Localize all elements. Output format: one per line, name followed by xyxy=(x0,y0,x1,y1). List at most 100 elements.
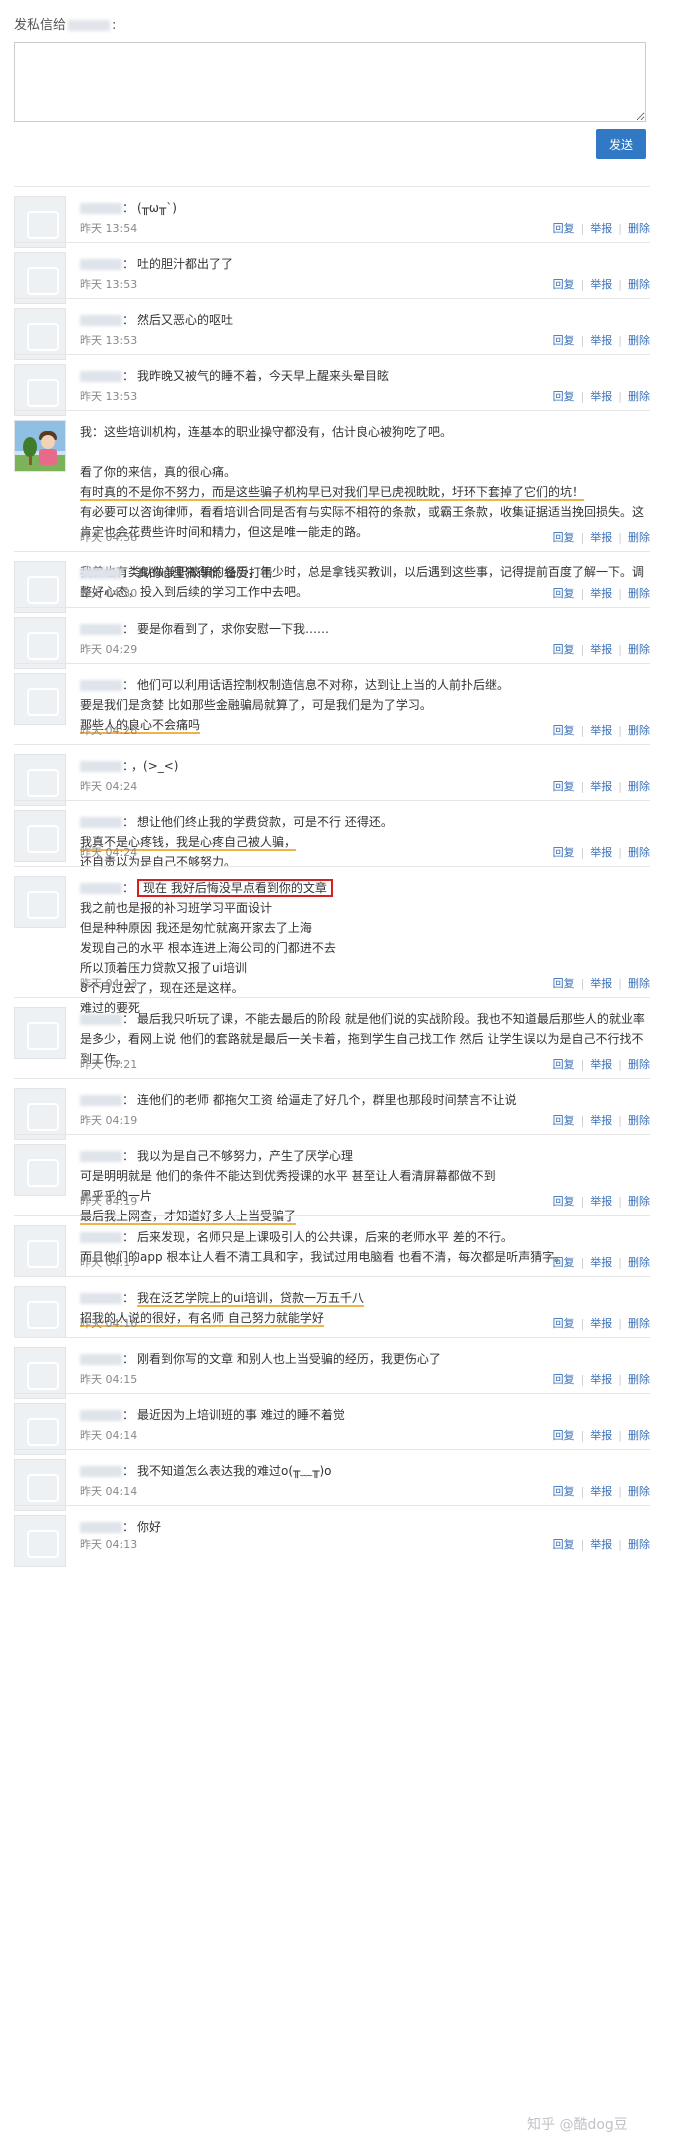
report-link[interactable]: 举报 xyxy=(590,1538,612,1551)
reply-link[interactable]: 回复 xyxy=(553,587,575,600)
sender-name-blurred[interactable] xyxy=(80,1151,122,1162)
report-link[interactable]: 举报 xyxy=(590,531,612,544)
reply-link[interactable]: 回复 xyxy=(553,1256,575,1269)
sender-name-blurred[interactable] xyxy=(80,259,122,270)
sender-avatar[interactable] xyxy=(14,364,66,416)
reply-link[interactable]: 回复 xyxy=(553,724,575,737)
delete-link[interactable]: 删除 xyxy=(628,1114,650,1127)
sender-name-blurred[interactable] xyxy=(80,1410,122,1421)
report-link[interactable]: 举报 xyxy=(590,846,612,859)
sender-avatar[interactable] xyxy=(14,810,66,862)
reply-link[interactable]: 回复 xyxy=(553,278,575,291)
sender-avatar[interactable] xyxy=(14,196,66,248)
reply-link[interactable]: 回复 xyxy=(553,1429,575,1442)
report-link[interactable]: 举报 xyxy=(590,1114,612,1127)
reply-link[interactable]: 回复 xyxy=(553,1485,575,1498)
send-button[interactable]: 发送 xyxy=(596,129,646,159)
reply-link[interactable]: 回复 xyxy=(553,1373,575,1386)
sender-avatar[interactable] xyxy=(14,252,66,304)
reply-link[interactable]: 回复 xyxy=(553,531,575,544)
report-link[interactable]: 举报 xyxy=(590,334,612,347)
sender-name-blurred[interactable] xyxy=(80,1466,122,1477)
reply-link[interactable]: 回复 xyxy=(553,390,575,403)
delete-link[interactable]: 删除 xyxy=(628,643,650,656)
sender-avatar[interactable] xyxy=(14,561,66,613)
delete-link[interactable]: 删除 xyxy=(628,1538,650,1551)
delete-link[interactable]: 删除 xyxy=(628,222,650,235)
sender-name-blurred[interactable] xyxy=(80,315,122,326)
sender-name-blurred[interactable] xyxy=(80,1014,122,1025)
reply-link[interactable]: 回复 xyxy=(553,643,575,656)
sender-name-blurred[interactable] xyxy=(80,1095,122,1106)
reply-link[interactable]: 回复 xyxy=(553,334,575,347)
delete-link[interactable]: 删除 xyxy=(628,780,650,793)
report-link[interactable]: 举报 xyxy=(590,1317,612,1330)
sender-name-blurred[interactable] xyxy=(80,1232,122,1243)
report-link[interactable]: 举报 xyxy=(590,1256,612,1269)
sender-avatar[interactable] xyxy=(14,1088,66,1140)
delete-link[interactable]: 删除 xyxy=(628,1317,650,1330)
report-link[interactable]: 举报 xyxy=(590,780,612,793)
report-link[interactable]: 举报 xyxy=(590,643,612,656)
delete-link[interactable]: 删除 xyxy=(628,1256,650,1269)
sender-avatar[interactable] xyxy=(14,1515,66,1567)
reply-link[interactable]: 回复 xyxy=(553,222,575,235)
report-link[interactable]: 举报 xyxy=(590,1373,612,1386)
sender-name-blurred[interactable] xyxy=(80,817,122,828)
delete-link[interactable]: 删除 xyxy=(628,1373,650,1386)
message-input[interactable] xyxy=(14,42,646,122)
delete-link[interactable]: 删除 xyxy=(628,724,650,737)
report-link[interactable]: 举报 xyxy=(590,1058,612,1071)
delete-link[interactable]: 删除 xyxy=(628,1058,650,1071)
sender-avatar[interactable] xyxy=(14,754,66,806)
sender-name-blurred[interactable] xyxy=(80,203,122,214)
my-avatar[interactable] xyxy=(14,420,66,472)
sender-name-blurred[interactable] xyxy=(80,371,122,382)
reply-link[interactable]: 回复 xyxy=(553,1195,575,1208)
report-link[interactable]: 举报 xyxy=(590,1485,612,1498)
delete-link[interactable]: 删除 xyxy=(628,390,650,403)
reply-link[interactable]: 回复 xyxy=(553,1114,575,1127)
sender-avatar[interactable] xyxy=(14,1459,66,1511)
delete-link[interactable]: 删除 xyxy=(628,1195,650,1208)
sender-avatar[interactable] xyxy=(14,1007,66,1059)
sender-name-blurred[interactable] xyxy=(80,680,122,691)
delete-link[interactable]: 删除 xyxy=(628,531,650,544)
sender-avatar[interactable] xyxy=(14,1144,66,1196)
sender-avatar[interactable] xyxy=(14,673,66,725)
report-link[interactable]: 举报 xyxy=(590,1429,612,1442)
sender-avatar[interactable] xyxy=(14,1286,66,1338)
sender-avatar[interactable] xyxy=(14,876,66,928)
sender-name-blurred[interactable] xyxy=(80,624,122,635)
sender-name-blurred[interactable] xyxy=(80,1354,122,1365)
delete-link[interactable]: 删除 xyxy=(628,278,650,291)
report-link[interactable]: 举报 xyxy=(590,390,612,403)
report-link[interactable]: 举报 xyxy=(590,1195,612,1208)
report-link[interactable]: 举报 xyxy=(590,278,612,291)
reply-link[interactable]: 回复 xyxy=(553,977,575,990)
delete-link[interactable]: 删除 xyxy=(628,1429,650,1442)
sender-name-blurred[interactable] xyxy=(80,1293,122,1304)
sender-name-blurred[interactable] xyxy=(80,883,122,894)
delete-link[interactable]: 删除 xyxy=(628,587,650,600)
sender-name-blurred[interactable] xyxy=(80,761,122,772)
sender-avatar[interactable] xyxy=(14,1403,66,1455)
reply-link[interactable]: 回复 xyxy=(553,780,575,793)
sender-avatar[interactable] xyxy=(14,308,66,360)
sender-name-blurred[interactable] xyxy=(80,568,122,579)
report-link[interactable]: 举报 xyxy=(590,587,612,600)
delete-link[interactable]: 删除 xyxy=(628,846,650,859)
report-link[interactable]: 举报 xyxy=(590,222,612,235)
sender-avatar[interactable] xyxy=(14,1347,66,1399)
reply-link[interactable]: 回复 xyxy=(553,846,575,859)
delete-link[interactable]: 删除 xyxy=(628,1485,650,1498)
reply-link[interactable]: 回复 xyxy=(553,1538,575,1551)
report-link[interactable]: 举报 xyxy=(590,977,612,990)
delete-link[interactable]: 删除 xyxy=(628,977,650,990)
delete-link[interactable]: 删除 xyxy=(628,334,650,347)
sender-avatar[interactable] xyxy=(14,1225,66,1277)
reply-link[interactable]: 回复 xyxy=(553,1058,575,1071)
report-link[interactable]: 举报 xyxy=(590,724,612,737)
reply-link[interactable]: 回复 xyxy=(553,1317,575,1330)
sender-avatar[interactable] xyxy=(14,617,66,669)
